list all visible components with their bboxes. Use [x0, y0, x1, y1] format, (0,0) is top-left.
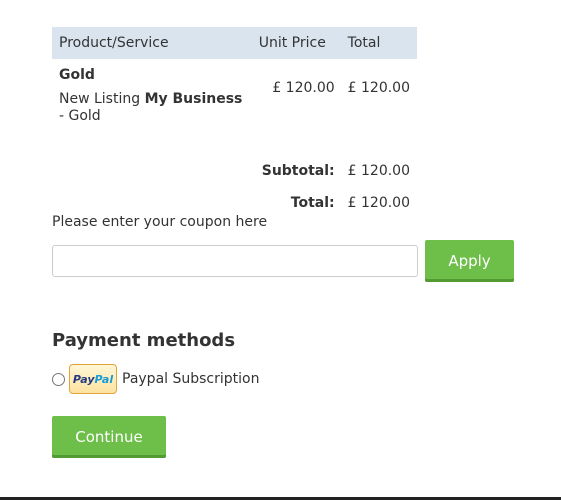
table-header-row: Product/Service Unit Price Total: [52, 27, 417, 59]
paypal-logo-icon: Pay Pal: [69, 364, 117, 394]
item-business-name: My Business: [144, 91, 243, 107]
continue-button[interactable]: Continue: [52, 416, 166, 458]
payment-methods-title: Payment methods: [52, 330, 236, 351]
coupon-label: Please enter your coupon here: [52, 214, 268, 230]
apply-coupon-button[interactable]: Apply: [425, 240, 514, 282]
header-unit-price: Unit Price: [254, 27, 341, 59]
item-unit-price: £ 120.00: [272, 80, 335, 96]
paypal-radio[interactable]: [52, 372, 65, 386]
coupon-input[interactable]: [52, 245, 418, 277]
item-cell: Gold New Listing My Business - Gold: [52, 59, 255, 142]
paypal-option-label: Paypal Subscription: [122, 371, 260, 387]
item-total: £ 120.00: [347, 80, 410, 96]
payment-option-paypal[interactable]: Pay Pal Paypal Subscription: [52, 362, 259, 396]
header-product-service: Product/Service: [52, 27, 255, 59]
spacer-row: [52, 142, 417, 155]
table-row: Gold New Listing My Business - Gold £ 12…: [52, 59, 417, 142]
subtotal-label: Subtotal:: [261, 163, 335, 179]
item-desc-prefix: New Listing: [59, 91, 145, 107]
item-desc-suffix: - Gold: [59, 108, 101, 124]
item-description: New Listing My Business - Gold: [59, 91, 248, 125]
total-label: Total:: [290, 195, 335, 211]
subtotal-value: £ 120.00: [347, 163, 410, 179]
item-name: Gold: [59, 67, 95, 83]
subtotal-row: Subtotal: £ 120.00: [52, 155, 417, 187]
header-total: Total: [340, 27, 417, 59]
order-summary-table: Product/Service Unit Price Total Gold Ne…: [52, 27, 417, 219]
total-value: £ 120.00: [347, 195, 410, 211]
